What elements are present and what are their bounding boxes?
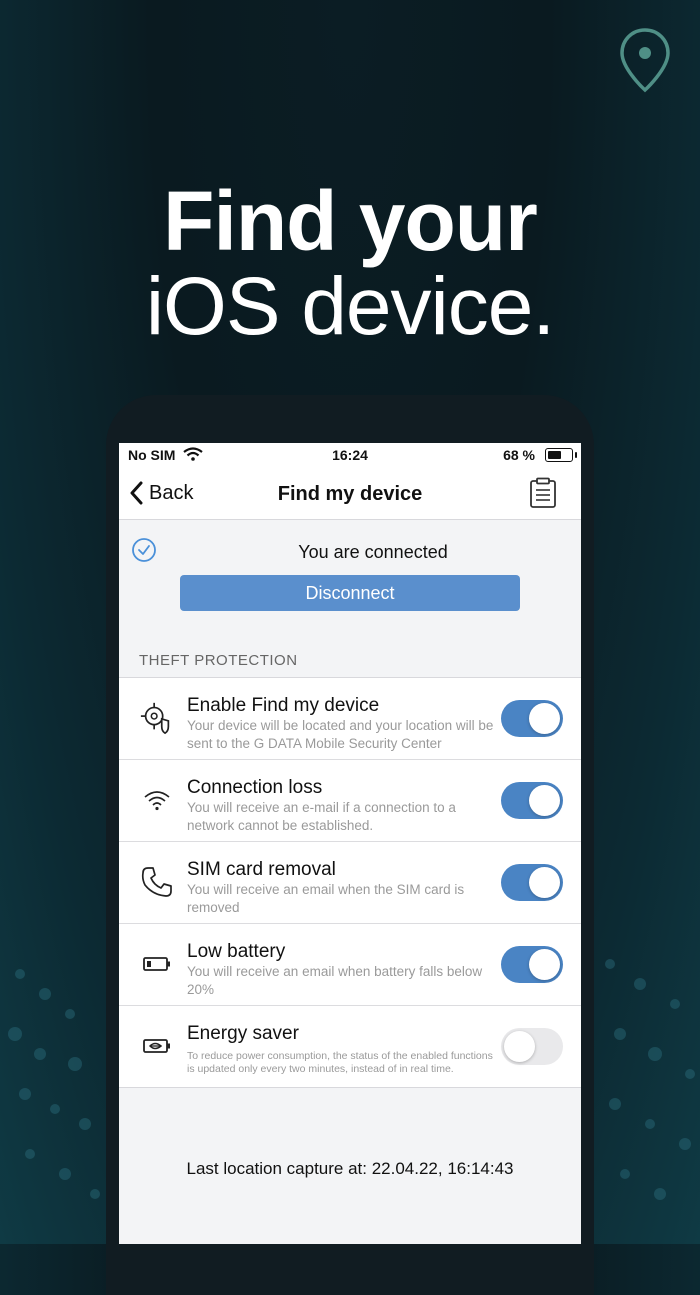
locate-shield-icon [139, 700, 175, 736]
headline-bold: Find your [163, 174, 538, 268]
setting-title: Energy saver [187, 1023, 299, 1044]
setting-row-low-battery: Low battery You will receive an email wh… [119, 924, 581, 1006]
setting-title: Low battery [187, 941, 286, 962]
last-location-capture: Last location capture at: 22.04.22, 16:1… [186, 1159, 514, 1178]
setting-title: Connection loss [187, 777, 323, 798]
battery-icon [545, 448, 573, 462]
headline-light: iOS device. [145, 261, 555, 352]
setting-row-connection-loss: Connection loss You will receive an e-ma… [119, 760, 581, 842]
sim-removal-toggle[interactable] [501, 864, 563, 901]
energy-saver-icon [139, 1028, 175, 1064]
disconnect-button[interactable]: Disconnect [180, 575, 520, 611]
section-header: THEFT PROTECTION [139, 652, 298, 669]
location-pin-icon [620, 28, 670, 93]
phone-icon [139, 864, 175, 900]
setting-subtitle: You will receive an email when battery f… [187, 964, 483, 997]
setting-subtitle: You will receive an email when the SIM c… [187, 882, 465, 915]
energy-saver-toggle[interactable] [501, 1028, 563, 1065]
battery-low-icon [139, 946, 175, 982]
battery-percent: 68 % [503, 447, 535, 463]
setting-subtitle: To reduce power consumption, the status … [187, 1050, 493, 1075]
connection-panel: You are connected Disconnect [119, 520, 581, 650]
connection-status: You are connected [298, 542, 448, 562]
setting-subtitle: You will receive an e-mail if a connecti… [187, 800, 456, 833]
clipboard-icon[interactable] [529, 477, 557, 509]
setting-row-sim-removal: SIM card removal You will receive an ema… [119, 842, 581, 924]
setting-title: SIM card removal [187, 859, 336, 880]
connection-loss-toggle[interactable] [501, 782, 563, 819]
battery-nub [575, 452, 577, 458]
phone-screen: No SIM 16:24 68 % Back Find my device Yo… [119, 443, 581, 1244]
nav-bar: Back Find my device [119, 469, 581, 520]
status-bar: No SIM 16:24 68 % [119, 443, 581, 469]
settings-list: Enable Find my device Your device will b… [119, 677, 581, 1088]
setting-subtitle: Your device will be located and your loc… [187, 718, 494, 751]
wifi-icon [139, 782, 175, 818]
page-title: Find my device [277, 483, 423, 505]
setting-row-energy-saver: Energy saver To reduce power consumption… [119, 1006, 581, 1087]
find-device-toggle[interactable] [501, 700, 563, 737]
setting-row-find-device: Enable Find my device Your device will b… [119, 678, 581, 760]
setting-title: Enable Find my device [187, 695, 380, 716]
low-battery-toggle[interactable] [501, 946, 563, 983]
